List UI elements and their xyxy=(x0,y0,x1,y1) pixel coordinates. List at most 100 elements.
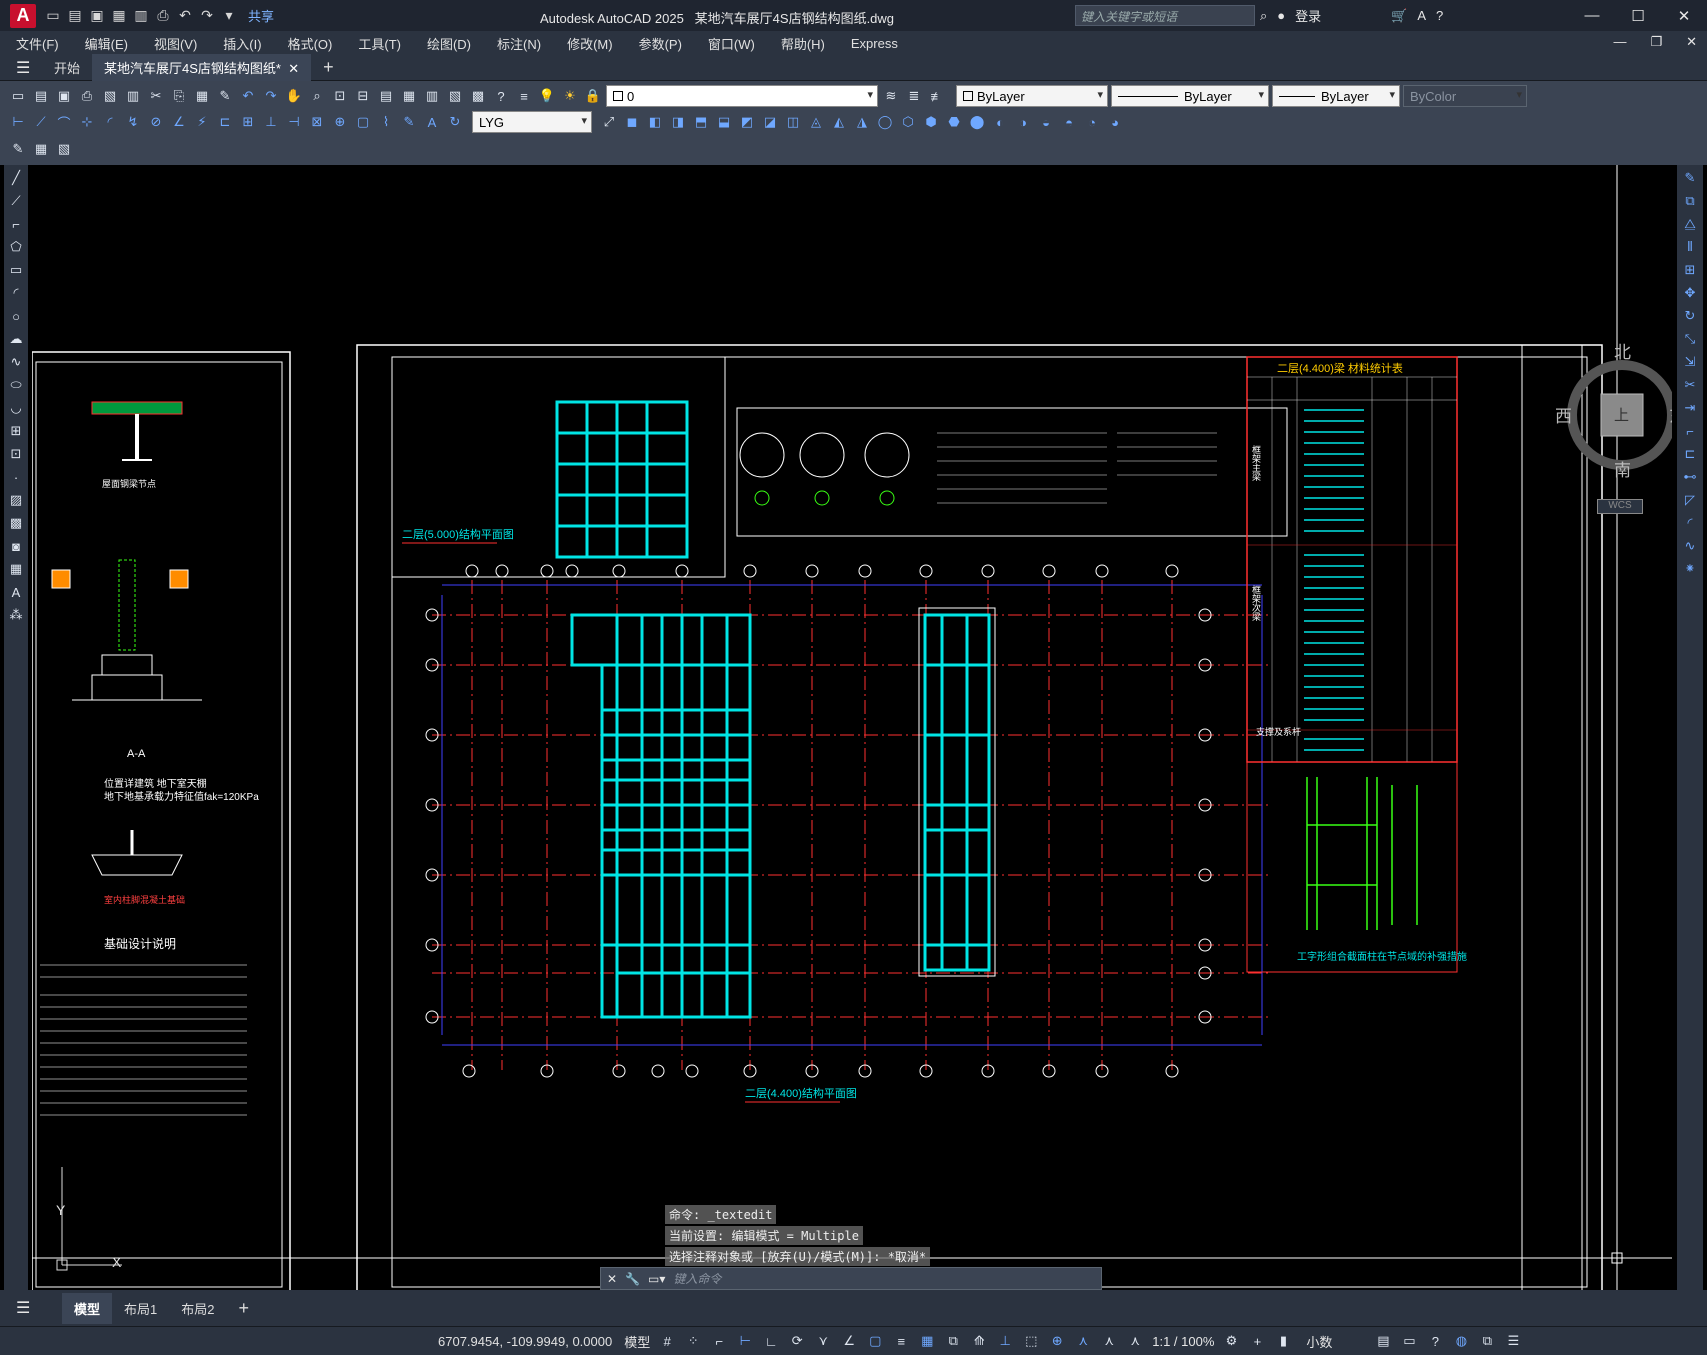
space-icon[interactable]: ⊥ xyxy=(261,112,281,132)
properties-icon[interactable]: ▤ xyxy=(376,86,396,106)
block-editor-icon[interactable]: ✎ xyxy=(8,139,28,159)
offset-edge-icon[interactable]: ◒ xyxy=(1036,112,1056,132)
construction-line-icon[interactable]: ⟋ xyxy=(6,191,26,211)
menu-format[interactable]: 格式(O) xyxy=(288,34,345,53)
wcs-menu[interactable]: WCS xyxy=(1597,499,1643,514)
thicken-icon[interactable]: ◔ xyxy=(1082,112,1102,132)
object-snap-icon[interactable]: ▢ xyxy=(866,1332,884,1350)
polyline-icon[interactable]: ⌐ xyxy=(6,214,26,234)
annotation-scale-icon[interactable]: ⋏ xyxy=(1126,1332,1144,1350)
layer-properties-icon[interactable]: ≡ xyxy=(514,86,534,106)
qnew-icon[interactable]: ▭ xyxy=(8,86,28,106)
trim-icon[interactable]: ✂ xyxy=(1680,375,1700,395)
menu-draw[interactable]: 绘图(D) xyxy=(427,34,483,53)
viewcube-south[interactable]: 南 xyxy=(1614,456,1631,481)
color-dropdown[interactable]: ByLayer xyxy=(956,85,1108,107)
plot-icon[interactable]: ⎙ xyxy=(77,86,97,106)
explode-icon[interactable]: ⁕ xyxy=(1680,559,1700,579)
new-tab-icon[interactable]: + xyxy=(311,53,346,82)
model-space-button[interactable]: 模型 xyxy=(624,1332,650,1351)
publish-icon[interactable]: ▥ xyxy=(123,86,143,106)
viewcube-north[interactable]: 北 xyxy=(1614,338,1631,363)
rotate-icon[interactable]: ↻ xyxy=(1680,306,1700,326)
taper-icon[interactable]: ◓ xyxy=(1059,112,1079,132)
isodraft-icon[interactable]: ⋎ xyxy=(814,1332,832,1350)
ellipse-arc-icon[interactable]: ◡ xyxy=(6,398,26,418)
tab-layout1[interactable]: 布局1 xyxy=(112,1293,169,1324)
preview-icon[interactable]: ▧ xyxy=(100,86,120,106)
viewcube-east[interactable]: 东 xyxy=(1669,402,1672,427)
chamfer-edge-icon[interactable]: ⬡ xyxy=(898,112,918,132)
zoom-window-icon[interactable]: ⊡ xyxy=(330,86,350,106)
tab-model[interactable]: 模型 xyxy=(62,1292,113,1324)
shell-icon[interactable]: ⬢ xyxy=(921,112,941,132)
union-icon[interactable]: ◧ xyxy=(645,112,665,132)
auto-scale-icon[interactable]: ⋏ xyxy=(1100,1332,1118,1350)
units-icon[interactable]: ▮ xyxy=(1274,1332,1292,1350)
break-icon[interactable]: ⊏ xyxy=(1680,444,1700,464)
aligned-dim-icon[interactable]: ⟋ xyxy=(31,112,51,132)
annotation-visibility-icon[interactable]: ⋏ xyxy=(1074,1332,1092,1350)
customize-cmdline-icon[interactable]: 🔧 xyxy=(625,1272,640,1286)
erase-icon[interactable]: ✎ xyxy=(1680,168,1700,188)
help-icon[interactable]: ? xyxy=(491,86,511,106)
clean-screen-icon[interactable]: ⧉ xyxy=(1478,1332,1496,1350)
share-button[interactable]: 共享 xyxy=(248,6,274,25)
ortho-icon[interactable]: ∟ xyxy=(762,1332,780,1350)
continue-icon[interactable]: ⊞ xyxy=(238,112,258,132)
extrude-icon[interactable]: ⬒ xyxy=(691,112,711,132)
chamfer-icon[interactable]: ◸ xyxy=(1680,490,1700,510)
line-icon[interactable]: ╱ xyxy=(6,168,26,188)
dim-text-edit-icon[interactable]: A xyxy=(422,112,442,132)
dim-update-icon[interactable]: ↻ xyxy=(445,112,465,132)
lock-icon[interactable]: 🔒 xyxy=(583,86,603,106)
jogged-linear-icon[interactable]: ⌇ xyxy=(376,112,396,132)
lock-ui-icon[interactable]: ▭ xyxy=(1400,1332,1418,1350)
extract-edges-icon[interactable]: ◑ xyxy=(1013,112,1033,132)
point-icon[interactable]: · xyxy=(6,467,26,487)
linetype-dropdown[interactable]: ByLayer xyxy=(1111,85,1269,107)
transparency-icon[interactable]: ▦ xyxy=(918,1332,936,1350)
menu-window[interactable]: 窗口(W) xyxy=(708,34,767,53)
make-current-layer-icon[interactable]: ≋ xyxy=(881,86,901,106)
solid-box-icon[interactable]: ◼ xyxy=(622,112,642,132)
user-icon[interactable]: ● xyxy=(1277,8,1285,23)
units-value[interactable]: 小数 xyxy=(1306,1332,1366,1351)
break-at-point-icon[interactable]: ⌐ xyxy=(1680,421,1700,441)
workspace-gear-icon[interactable]: ⚙ xyxy=(1222,1332,1240,1350)
menu-edit[interactable]: 编辑(E) xyxy=(85,34,140,53)
interfere-icon[interactable]: ◭ xyxy=(829,112,849,132)
undo-icon[interactable]: ↶ xyxy=(238,86,258,106)
tool-palettes-icon[interactable]: ▥ xyxy=(422,86,442,106)
inspection-icon[interactable]: ▢ xyxy=(353,112,373,132)
layer-previous-icon[interactable]: ≣ xyxy=(904,86,924,106)
imprint-icon[interactable]: ◐ xyxy=(990,112,1010,132)
menu-view[interactable]: 视图(V) xyxy=(154,34,209,53)
fillet-edge-icon[interactable]: ◯ xyxy=(875,112,895,132)
paste-icon[interactable]: ▦ xyxy=(192,86,212,106)
mirror-icon[interactable]: ⧋ xyxy=(1680,214,1700,234)
text-style-dropdown[interactable]: LYG xyxy=(472,111,592,133)
field-icon[interactable]: ▧ xyxy=(54,139,74,159)
lineweight-icon[interactable]: ≡ xyxy=(892,1332,910,1350)
app-store-icon[interactable]: A xyxy=(1417,8,1426,23)
command-line[interactable]: ✕ 🔧 ▭▾ 键入命令 xyxy=(600,1267,1102,1290)
polar-icon[interactable]: ⟳ xyxy=(788,1332,806,1350)
close-cmdline-icon[interactable]: ✕ xyxy=(607,1272,617,1286)
add-layout-icon[interactable]: + xyxy=(226,1292,261,1325)
maximize-icon[interactable]: ☐ xyxy=(1615,0,1661,31)
blend-icon[interactable]: ∿ xyxy=(1680,536,1700,556)
clean-icon[interactable]: ⬤ xyxy=(967,112,987,132)
linear-dim-icon[interactable]: ⊢ xyxy=(8,112,28,132)
lineweight-dropdown[interactable]: ByLayer xyxy=(1272,85,1400,107)
layer-isolate-icon[interactable]: ≢ xyxy=(927,86,947,106)
cut-icon[interactable]: ✂ xyxy=(146,86,166,106)
coordinate-readout[interactable]: 6707.9454, -109.9949, 0.0000 xyxy=(438,1334,612,1349)
customize-qat-icon[interactable]: ▾ xyxy=(220,7,238,25)
join-icon[interactable]: ⊷ xyxy=(1680,467,1700,487)
circle-icon[interactable]: ○ xyxy=(6,306,26,326)
menu-file[interactable]: 文件(F) xyxy=(16,34,71,53)
pan-icon[interactable]: ✋ xyxy=(284,86,304,106)
3d-osnap-icon[interactable]: ⟰ xyxy=(970,1332,988,1350)
layout-menu-icon[interactable]: ☰ xyxy=(16,1298,42,1318)
